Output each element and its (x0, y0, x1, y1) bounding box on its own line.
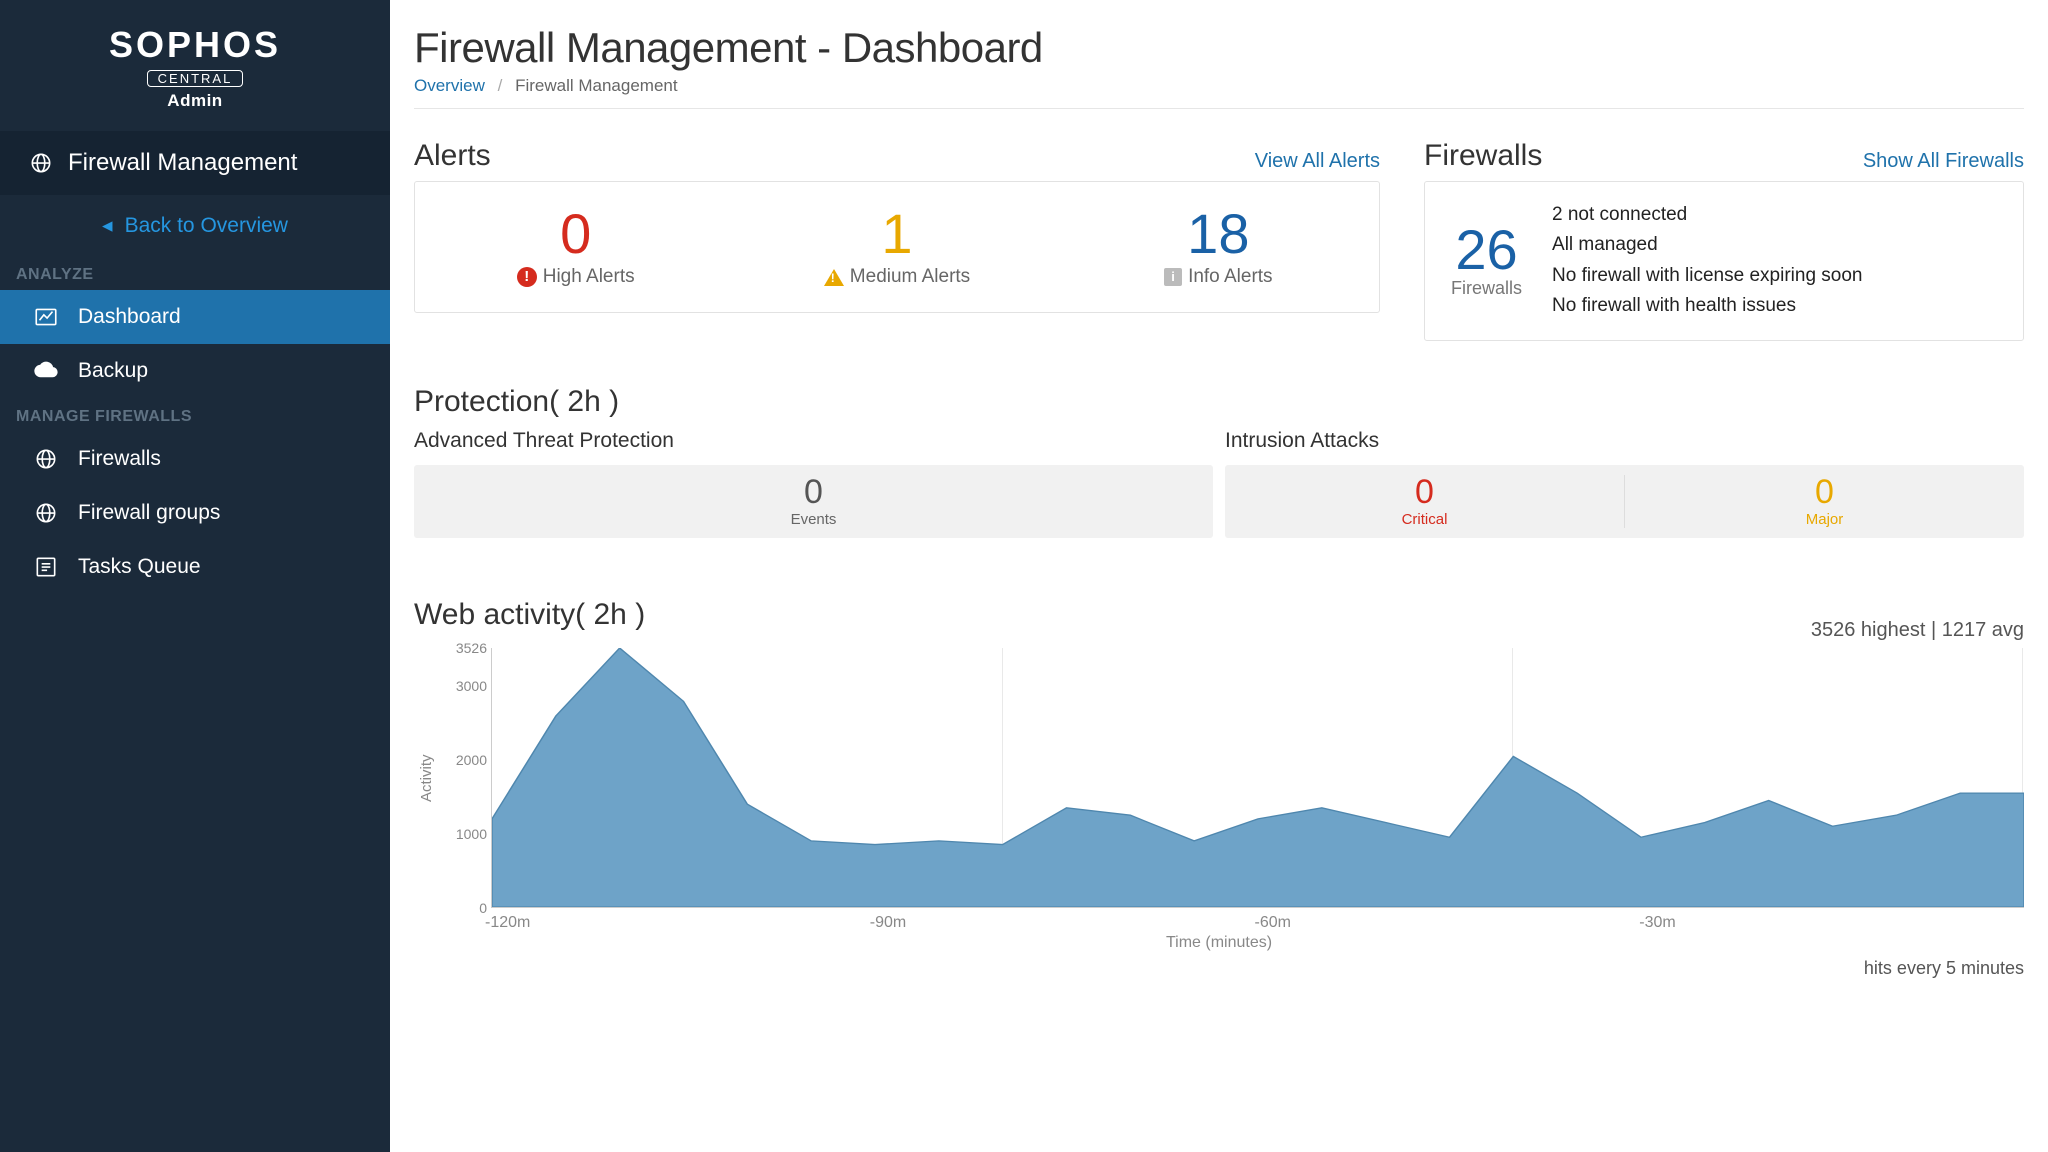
back-to-overview-label: Back to Overview (125, 214, 288, 238)
web-activity-stats: 3526 highest | 1217 avg (1811, 619, 2024, 642)
chart-x-ticks: -120m-90m-60m-30m (470, 914, 2024, 932)
firewalls-status-line: All managed (1552, 230, 1862, 260)
atp-panel: Advanced Threat Protection 0 Events (414, 429, 1213, 538)
intrusion-major-label: Major (1625, 511, 2024, 528)
firewalls-heading: Firewalls (1424, 139, 1542, 173)
sidebar-item-label: Firewall groups (78, 501, 220, 525)
globe-group-icon (33, 500, 59, 526)
chart-y-ticks: 01000200030003526 (435, 648, 491, 908)
intrusion-box[interactable]: 0 Critical 0 Major (1225, 465, 2024, 538)
breadcrumb-separator: / (498, 76, 503, 95)
intrusion-critical-count: 0 (1225, 475, 1624, 509)
sidebar-section-toggle[interactable]: Firewall Management (0, 131, 390, 195)
firewalls-status-line: 2 not connected (1552, 200, 1862, 230)
cloud-icon (33, 358, 59, 384)
sidebar-item-backup[interactable]: Backup (0, 344, 390, 398)
web-activity-heading: Web activity( 2h ) (414, 598, 645, 632)
breadcrumb-overview-link[interactable]: Overview (414, 76, 485, 95)
sidebar-item-firewall-groups[interactable]: Firewall groups (0, 486, 390, 540)
alerts-heading: Alerts (414, 139, 491, 173)
alerts-panel: Alerts View All Alerts 0 ! High Alerts 1… (414, 139, 1380, 341)
atp-title: Advanced Threat Protection (414, 429, 1213, 453)
atp-box[interactable]: 0 Events (414, 465, 1213, 538)
intrusion-major-count: 0 (1625, 475, 2024, 509)
page-title: Firewall Management - Dashboard (414, 24, 2024, 72)
chart-y-axis-label: Activity (414, 648, 435, 908)
alerts-info-cell[interactable]: 18 i Info Alerts (1058, 206, 1379, 288)
web-activity-hits-label: hits every 5 minutes (414, 958, 2024, 979)
info-alert-icon: i (1164, 268, 1182, 286)
chart-x-axis-label: Time (minutes) (414, 934, 2024, 952)
alerts-high-cell[interactable]: 0 ! High Alerts (415, 206, 736, 288)
brand-sub: CENTRAL (147, 70, 244, 87)
chart-line-icon (33, 304, 59, 330)
alerts-card: 0 ! High Alerts 1 Medium Alerts 18 (414, 181, 1380, 313)
web-activity-panel: Web activity( 2h ) 3526 highest | 1217 a… (414, 598, 2024, 979)
alerts-medium-count: 1 (736, 206, 1057, 262)
alerts-medium-cell[interactable]: 1 Medium Alerts (736, 206, 1057, 288)
brand-admin: Admin (10, 91, 380, 111)
atp-events-label: Events (414, 511, 1213, 528)
alerts-info-count: 18 (1058, 206, 1379, 262)
alerts-high-count: 0 (415, 206, 736, 262)
show-all-firewalls-link[interactable]: Show All Firewalls (1863, 150, 2024, 173)
atp-events-count: 0 (414, 475, 1213, 509)
brand-block: SOPHOS CENTRAL Admin (0, 0, 390, 131)
medium-alert-icon (824, 269, 844, 286)
sidebar-item-label: Dashboard (78, 305, 181, 329)
firewalls-card: 26 Firewalls 2 not connected All managed… (1424, 181, 2024, 341)
sidebar-heading-analyze: ANALYZE (0, 256, 390, 290)
alerts-high-label: High Alerts (543, 266, 635, 288)
back-to-overview-link[interactable]: ◂ Back to Overview (0, 195, 390, 256)
protection-heading: Protection( 2h ) (414, 385, 2024, 419)
intrusion-panel: Intrusion Attacks 0 Critical 0 Major (1225, 429, 2024, 538)
area-chart-svg (492, 648, 2024, 907)
alerts-info-label: Info Alerts (1188, 266, 1273, 288)
intrusion-title: Intrusion Attacks (1225, 429, 2024, 453)
globe-shield-icon (28, 150, 54, 176)
intrusion-critical-label: Critical (1225, 511, 1624, 528)
main-content: Firewall Management - Dashboard Overview… (390, 0, 2048, 1152)
sidebar-heading-manage: MANAGE FIREWALLS (0, 398, 390, 432)
globe-icon (33, 446, 59, 472)
chevron-left-icon: ◂ (102, 213, 113, 238)
firewalls-panel: Firewalls Show All Firewalls 26 Firewall… (1424, 139, 2024, 341)
sidebar-item-dashboard[interactable]: Dashboard (0, 290, 390, 344)
alerts-medium-label: Medium Alerts (850, 266, 970, 288)
brand-logo: SOPHOS (10, 24, 380, 66)
sidebar-item-label: Tasks Queue (78, 555, 201, 579)
sidebar-item-tasks-queue[interactable]: Tasks Queue (0, 540, 390, 594)
firewalls-status-list: 2 not connected All managed No firewall … (1552, 200, 1862, 322)
firewalls-status-line: No firewall with health issues (1552, 291, 1862, 321)
list-icon (33, 554, 59, 580)
view-all-alerts-link[interactable]: View All Alerts (1255, 150, 1380, 173)
firewalls-count-label: Firewalls (1451, 278, 1522, 299)
firewalls-status-line: No firewall with license expiring soon (1552, 261, 1862, 291)
firewalls-count: 26 (1451, 222, 1522, 278)
sidebar-item-label: Backup (78, 359, 148, 383)
sidebar-item-label: Firewalls (78, 447, 161, 471)
high-alert-icon: ! (517, 267, 537, 287)
web-activity-chart: Activity 01000200030003526 (414, 648, 2024, 908)
breadcrumb: Overview / Firewall Management (414, 76, 2024, 109)
sidebar-item-firewalls[interactable]: Firewalls (0, 432, 390, 486)
sidebar-section-title: Firewall Management (68, 149, 297, 177)
firewalls-count-block[interactable]: 26 Firewalls (1451, 222, 1522, 299)
breadcrumb-current: Firewall Management (515, 76, 678, 95)
sidebar: SOPHOS CENTRAL Admin Firewall Management… (0, 0, 390, 1152)
chart-plot-area (491, 648, 2024, 908)
